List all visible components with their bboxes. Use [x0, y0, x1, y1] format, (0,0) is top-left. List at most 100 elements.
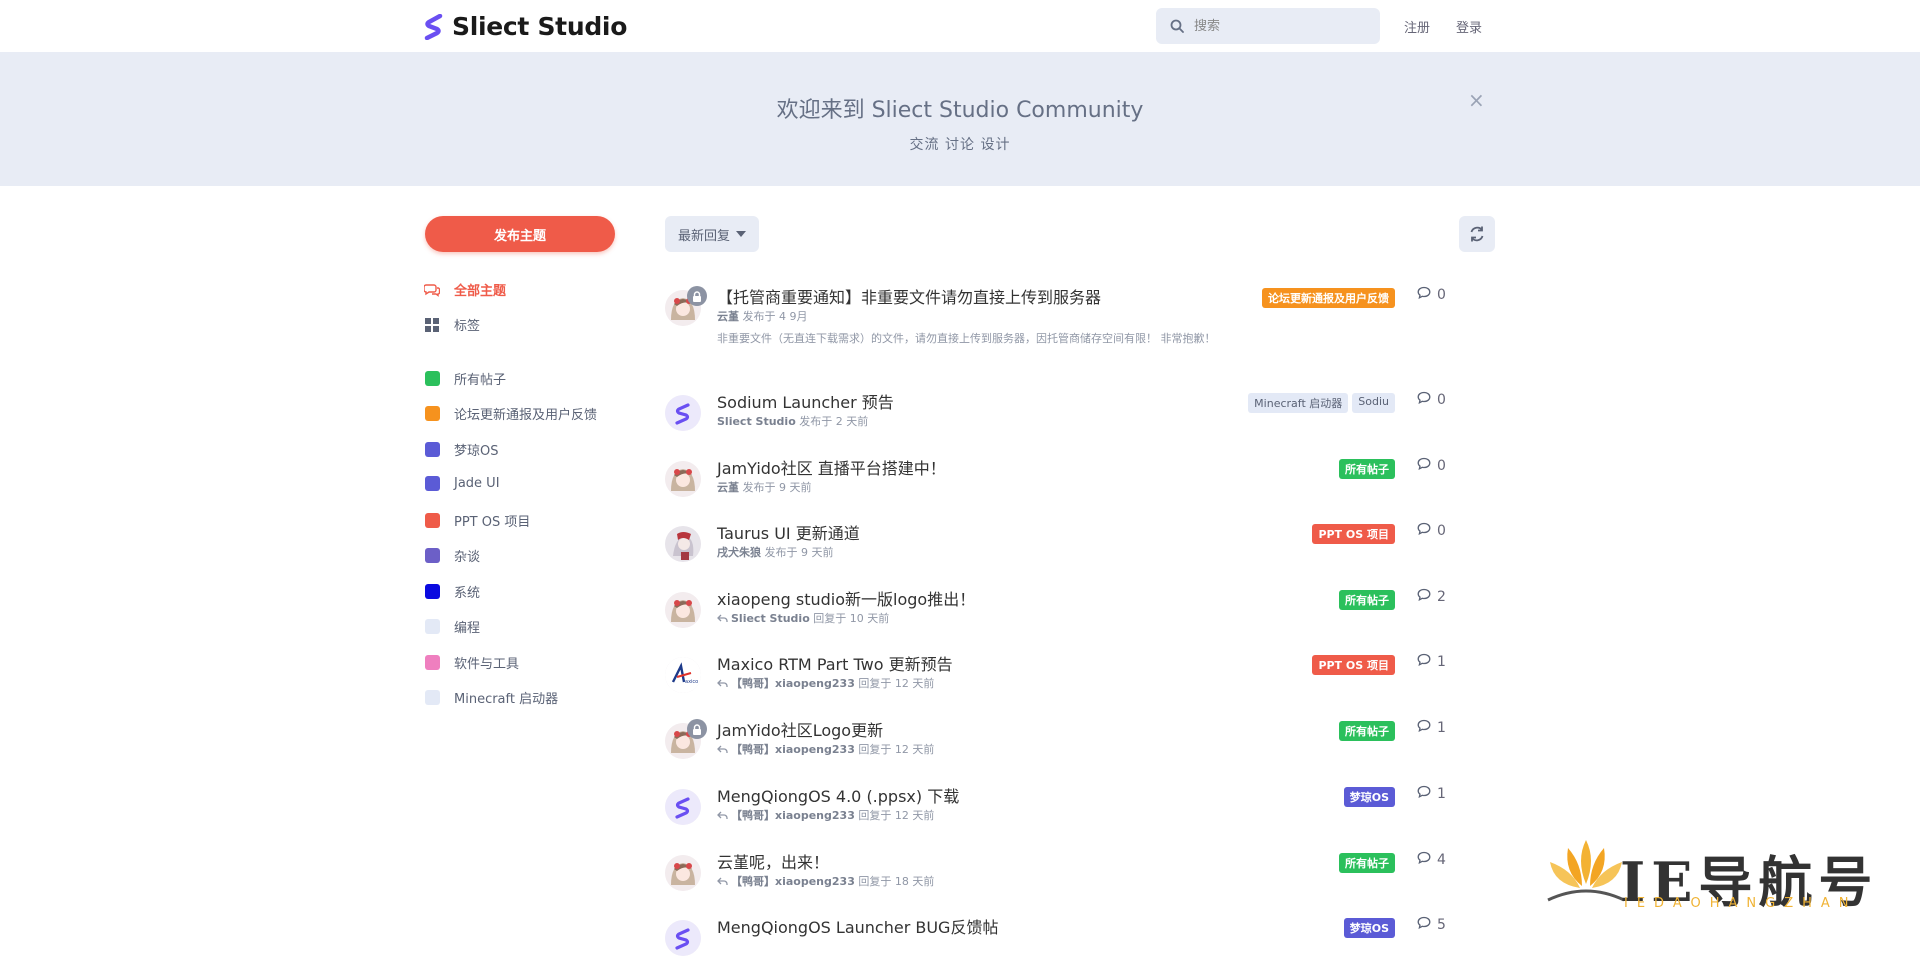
tag-color-swatch — [424, 513, 440, 529]
tag-badge[interactable]: Minecraft 启动器 — [1248, 393, 1349, 413]
discussion-meta: 戌犬朱狼 发布于 9 天前 — [717, 544, 834, 560]
sidebar-tag-item[interactable]: Minecraft 启动器 — [424, 688, 558, 707]
discussion-title[interactable]: 【托管商重要通知】非重要文件请勿直接上传到服务器 — [717, 284, 1101, 308]
discussion-title[interactable]: 云堇呢，出来！ — [717, 849, 829, 873]
discussion-meta: Sliect Studio 回复于 10 天前 — [717, 610, 889, 626]
user-avatar[interactable] — [665, 855, 701, 891]
nav-all-discussions[interactable]: 全部主题 — [424, 280, 506, 299]
discussion-tags: 所有帖子 — [1339, 459, 1395, 479]
discussion-author[interactable]: Sliect Studio — [717, 415, 796, 428]
user-avatar[interactable] — [665, 526, 701, 562]
sidebar-tag-item[interactable]: PPT OS 项目 — [424, 511, 530, 530]
discussion-title[interactable]: xiaopeng studio新一版logo推出！ — [717, 586, 975, 610]
user-avatar[interactable]: axico — [665, 657, 701, 693]
discussion-time: 回复于 18 天前 — [858, 875, 935, 888]
login-link[interactable]: 登录 — [1456, 17, 1482, 36]
discussion-time: 回复于 10 天前 — [813, 612, 890, 625]
discussion-meta: 【鸭哥】xiaopeng233 回复于 12 天前 — [717, 675, 934, 691]
tag-badge[interactable]: 所有帖子 — [1339, 590, 1395, 610]
discussion-author[interactable]: 【鸭哥】xiaopeng233 — [731, 677, 855, 690]
sidebar-tag-item[interactable]: 梦琼OS — [424, 440, 499, 459]
reply-count: 0 — [1417, 286, 1446, 303]
tag-badge[interactable]: 所有帖子 — [1339, 459, 1395, 479]
tag-color-swatch — [424, 619, 440, 635]
comment-icon — [1417, 916, 1431, 933]
sidebar-tag-item[interactable]: 编程 — [424, 617, 480, 636]
comment-icon — [1417, 457, 1431, 474]
reply-count-value: 1 — [1437, 785, 1446, 802]
discussion-tags: 梦琼OS — [1343, 918, 1395, 938]
comment-icon — [1417, 653, 1431, 670]
tag-badge[interactable]: PPT OS 项目 — [1312, 655, 1395, 675]
tag-badge[interactable]: PPT OS 项目 — [1312, 524, 1395, 544]
tag-badge[interactable]: 论坛更新通报及用户反馈 — [1262, 288, 1395, 308]
watermark-subtext: IEDAOHANGZHAN — [1624, 896, 1858, 911]
tag-badge[interactable]: 所有帖子 — [1339, 853, 1395, 873]
search-input[interactable] — [1192, 17, 1366, 35]
nav-label: 全部主题 — [454, 284, 507, 299]
reply-count: 1 — [1417, 719, 1446, 736]
user-avatar[interactable] — [665, 920, 701, 956]
caret-down-icon — [736, 231, 746, 237]
discussion-title[interactable]: JamYido社区 直播平台搭建中！ — [717, 455, 946, 479]
discussion-tags: 论坛更新通报及用户反馈 — [1262, 288, 1395, 308]
tag-label: 软件与工具 — [454, 657, 520, 672]
discussion-author[interactable]: 云堇 — [717, 310, 739, 323]
tag-label: Minecraft 启动器 — [454, 692, 559, 707]
discussion-author[interactable]: 【鸭哥】xiaopeng233 — [731, 809, 855, 822]
sidebar-tag-item[interactable]: 论坛更新通报及用户反馈 — [424, 404, 597, 423]
nav-tags[interactable]: 标签 — [424, 315, 480, 334]
user-avatar[interactable] — [665, 789, 701, 825]
close-hero-button[interactable]: × — [1468, 88, 1485, 112]
reply-count-value: 0 — [1437, 522, 1446, 539]
tag-badge[interactable]: 梦琼OS — [1343, 918, 1395, 938]
svg-text:axico: axico — [685, 679, 698, 685]
user-avatar[interactable] — [665, 592, 701, 628]
user-avatar[interactable] — [665, 461, 701, 497]
reply-count-value: 0 — [1437, 391, 1446, 408]
lock-icon — [687, 286, 707, 306]
tag-label: 所有帖子 — [454, 373, 507, 388]
discussion-title[interactable]: MengQiongOS 4.0 (.ppsx) 下载 — [717, 783, 959, 807]
search-box[interactable] — [1156, 8, 1380, 44]
reply-count: 0 — [1417, 522, 1446, 539]
tags-grid-icon — [424, 317, 440, 333]
discussion-author[interactable]: 戌犬朱狼 — [717, 546, 761, 559]
sidebar-tag-item[interactable]: 杂谈 — [424, 546, 480, 565]
sidebar-tag-item[interactable]: 系统 — [424, 582, 480, 601]
sort-dropdown[interactable]: 最新回复 — [665, 216, 759, 252]
discussion-tags: 所有帖子 — [1339, 590, 1395, 610]
sidebar-tag-item[interactable]: Jade UI — [424, 475, 500, 491]
tag-label: 编程 — [454, 621, 481, 636]
discussion-author[interactable]: 【鸭哥】xiaopeng233 — [731, 743, 855, 756]
tag-badge[interactable]: 梦琼OS — [1343, 787, 1395, 807]
discussion-title[interactable]: JamYido社区Logo更新 — [717, 717, 883, 741]
discussion-time: 发布于 4 9月 — [742, 310, 808, 323]
brand-logo[interactable]: Sliect Studio — [424, 12, 627, 41]
discussion-author[interactable]: 云堇 — [717, 481, 739, 494]
discussion-title[interactable]: Taurus UI 更新通道 — [717, 520, 860, 544]
discussion-author[interactable]: Sliect Studio — [731, 612, 810, 625]
refresh-button[interactable] — [1459, 216, 1495, 252]
hero-title: 欢迎来到 Sliect Studio Community — [776, 98, 1144, 123]
swatch — [424, 690, 440, 705]
discussion-title[interactable]: MengQiongOS Launcher BUG反馈帖 — [717, 914, 998, 938]
discussion-title[interactable]: Maxico RTM Part Two 更新预告 — [717, 651, 953, 675]
discussion-title[interactable]: Sodium Launcher 预告 — [717, 389, 894, 413]
discussion-time: 发布于 9 天前 — [742, 481, 812, 494]
discussion-meta: Sliect Studio 发布于 2 天前 — [717, 413, 868, 429]
new-discussion-button[interactable]: 发布主题 — [425, 216, 615, 252]
reply-count-value: 1 — [1437, 653, 1446, 670]
sidebar-tag-item[interactable]: 软件与工具 — [424, 653, 519, 672]
user-avatar[interactable] — [665, 395, 701, 431]
discussion-tags: 所有帖子 — [1339, 853, 1395, 873]
swatch — [424, 655, 440, 670]
register-link[interactable]: 注册 — [1404, 17, 1430, 36]
sidebar-tag-item[interactable]: 所有帖子 — [424, 369, 506, 388]
tag-badge[interactable]: Sodiu — [1352, 393, 1395, 413]
tag-badge[interactable]: 所有帖子 — [1339, 721, 1395, 741]
comment-icon — [1417, 719, 1431, 736]
discussion-author[interactable]: 【鸭哥】xiaopeng233 — [731, 875, 855, 888]
comment-icon — [1417, 522, 1431, 539]
comment-icon — [1417, 286, 1431, 303]
